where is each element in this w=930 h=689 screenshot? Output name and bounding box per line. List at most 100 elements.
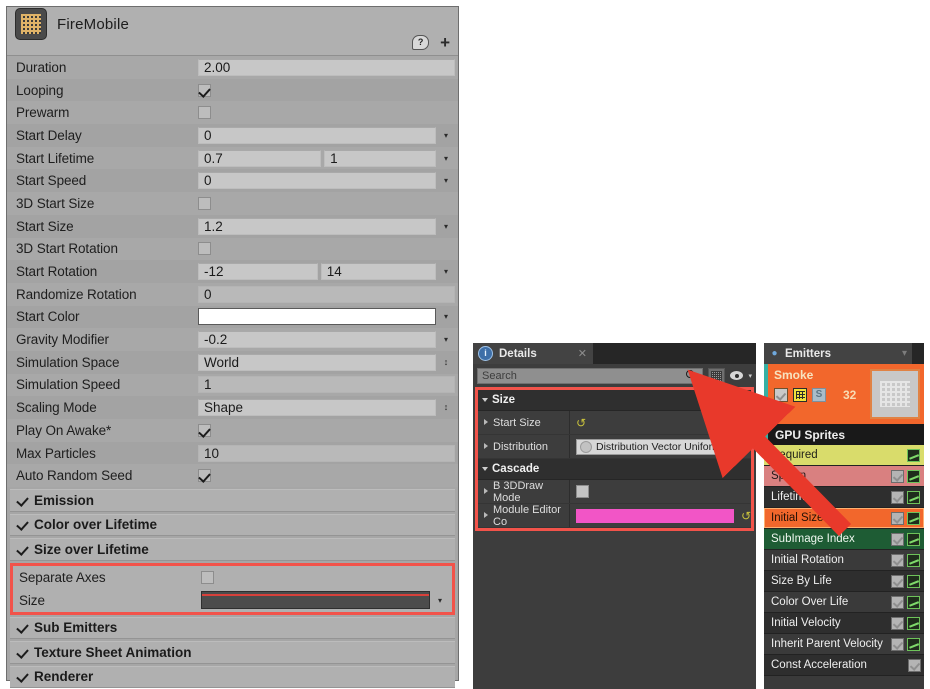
grid-view-icon[interactable] <box>708 368 725 384</box>
curve-graph-icon[interactable] <box>907 449 920 462</box>
emitter-module-checkbox[interactable] <box>908 659 921 672</box>
check-icon[interactable] <box>17 495 28 506</box>
emitter-enable-checkbox[interactable] <box>774 388 788 402</box>
revert-icon[interactable]: ↻ <box>740 441 750 453</box>
plus-icon[interactable]: + <box>440 37 450 49</box>
check-icon[interactable] <box>17 647 28 658</box>
emitter-module-row[interactable]: Spawn <box>764 466 924 487</box>
inspector-row[interactable]: Looping <box>7 79 458 102</box>
inspector-value-field[interactable]: 1.2 <box>198 218 436 235</box>
emitter-module-checkbox[interactable] <box>891 575 904 588</box>
emitter-module-row[interactable]: Inherit Parent Velocity <box>764 634 924 655</box>
inspector-row[interactable]: Gravity Modifier-0.2▾ <box>7 328 458 351</box>
inspector-row[interactable]: 3D Start Rotation <box>7 238 458 261</box>
details-property-row[interactable]: Start Size↻ <box>478 411 751 435</box>
triangle-collapsed-icon[interactable] <box>484 444 488 450</box>
inspector-row[interactable]: Start Color▾ <box>7 306 458 329</box>
inspector-value-max[interactable]: 14 <box>321 263 436 280</box>
size-curve-row[interactable]: Size ▾ <box>13 589 452 612</box>
details-section-header[interactable]: Size <box>478 390 751 411</box>
tab-details[interactable]: i Details ✕ <box>473 343 593 364</box>
emitter-module-checkbox[interactable] <box>891 554 904 567</box>
search-input[interactable]: Search <box>477 368 703 384</box>
inspector-value-field[interactable]: 10 <box>198 445 455 462</box>
inspector-row[interactable]: Simulation SpaceWorld↕ <box>7 351 458 374</box>
chevron-down-icon[interactable]: ▼ <box>725 442 733 451</box>
inspector-row[interactable]: Play On Awake* <box>7 419 458 442</box>
inspector-checkbox[interactable] <box>198 242 211 255</box>
inspector-value-field[interactable]: 0 <box>198 127 436 144</box>
emitter-module-row[interactable]: Initial Velocity <box>764 613 924 634</box>
emitter-module-checkbox[interactable] <box>891 617 904 630</box>
emitter-module-checkbox[interactable] <box>891 596 904 609</box>
curve-graph-icon[interactable] <box>907 596 920 609</box>
details-property-row[interactable]: DistributionDistribution Vector Uniform▼… <box>478 435 751 459</box>
inspector-checkbox[interactable] <box>198 84 211 97</box>
inspector-row[interactable]: Start Lifetime0.71▾ <box>7 147 458 170</box>
curve-graph-icon[interactable] <box>907 470 920 483</box>
curve-graph-icon[interactable] <box>907 554 920 567</box>
inspector-row[interactable]: Start Speed0▾ <box>7 169 458 192</box>
inspector-module-header[interactable]: Texture Sheet Animation <box>10 641 455 664</box>
inspector-value-max[interactable]: 1 <box>324 150 436 167</box>
inspector-row[interactable]: Start Delay0▾ <box>7 124 458 147</box>
curve-graph-icon[interactable] <box>907 533 920 546</box>
inspector-module-header[interactable]: Size over Lifetime <box>10 538 455 561</box>
details-section-header[interactable]: Cascade <box>478 459 751 480</box>
chevron-down-icon[interactable]: ▾ <box>902 348 907 359</box>
inspector-module-header[interactable]: Emission <box>10 489 455 512</box>
check-icon[interactable] <box>17 544 28 555</box>
curve-graph-icon[interactable] <box>907 638 920 651</box>
emitter-module-row[interactable]: Initial Rotation <box>764 550 924 571</box>
chevron-down-icon[interactable]: ▾ <box>439 335 453 344</box>
triangle-collapsed-icon[interactable] <box>484 420 488 426</box>
inspector-row[interactable]: Duration2.00 <box>7 56 458 79</box>
inspector-checkbox[interactable] <box>198 424 211 437</box>
emitter-module-checkbox[interactable] <box>891 533 904 546</box>
emitter-module-checkbox[interactable] <box>891 491 904 504</box>
inspector-row[interactable]: Auto Random Seed <box>7 464 458 487</box>
inspector-row[interactable]: 3D Start Size <box>7 192 458 215</box>
help-icon[interactable]: ? <box>412 35 429 50</box>
curve-graph-icon[interactable] <box>907 617 920 630</box>
module-editor-color-swatch[interactable] <box>576 509 734 523</box>
inspector-row[interactable]: Randomize Rotation0 <box>7 283 458 306</box>
separate-axes-row[interactable]: Separate Axes <box>13 566 452 589</box>
inspector-module-header[interactable]: Renderer <box>10 666 455 689</box>
curve-graph-icon[interactable] <box>907 491 920 504</box>
details-checkbox[interactable] <box>576 485 589 498</box>
updown-arrows-icon[interactable]: ↕ <box>439 358 453 367</box>
tab-emitters[interactable]: ● Emitters ▾ <box>764 343 912 364</box>
inspector-row[interactable]: Max Particles10 <box>7 442 458 465</box>
chevron-down-icon[interactable]: ▾ <box>439 222 453 231</box>
revert-icon[interactable]: ↻ <box>576 417 586 429</box>
chevron-down-icon[interactable]: ▾ <box>439 176 453 185</box>
inspector-row[interactable]: Scaling ModeShape↕ <box>7 396 458 419</box>
emitter-solo-icon[interactable]: S <box>812 388 826 402</box>
inspector-checkbox[interactable] <box>198 106 211 119</box>
separate-axes-checkbox[interactable] <box>201 571 214 584</box>
chevron-down-icon[interactable]: ▾ <box>439 131 453 140</box>
inspector-module-header[interactable]: Sub Emitters <box>10 617 455 640</box>
check-icon[interactable] <box>17 622 28 633</box>
emitter-enabled-icon[interactable] <box>793 388 807 402</box>
chevron-down-icon[interactable]: ▾ <box>439 154 453 163</box>
emitter-module-row[interactable]: SubImage Index <box>764 529 924 550</box>
inspector-row[interactable]: Start Rotation-1214▾ <box>7 260 458 283</box>
emitter-module-row[interactable]: Lifetime <box>764 487 924 508</box>
emitter-module-row[interactable]: Required <box>764 445 924 466</box>
emitter-module-checkbox[interactable] <box>891 512 904 525</box>
emitter-module-checkbox[interactable] <box>891 470 904 483</box>
triangle-expanded-icon[interactable] <box>482 398 488 402</box>
chevron-down-icon[interactable]: ▾ <box>439 312 453 321</box>
inspector-value-field[interactable]: Shape <box>198 399 436 416</box>
distribution-dropdown[interactable]: Distribution Vector Uniform▼ <box>576 439 736 455</box>
chevron-down-icon[interactable]: ▾ <box>439 267 453 276</box>
check-icon[interactable] <box>17 519 28 530</box>
emitter-module-row[interactable]: Initial Size <box>764 508 924 529</box>
inspector-row[interactable]: Simulation Speed1 <box>7 374 458 397</box>
inspector-value-field[interactable]: 1 <box>198 376 455 393</box>
emitter-header-smoke[interactable]: Smoke S 32 <box>764 364 924 424</box>
inspector-value-min[interactable]: -12 <box>198 263 318 280</box>
inspector-module-header[interactable]: Color over Lifetime <box>10 514 455 537</box>
